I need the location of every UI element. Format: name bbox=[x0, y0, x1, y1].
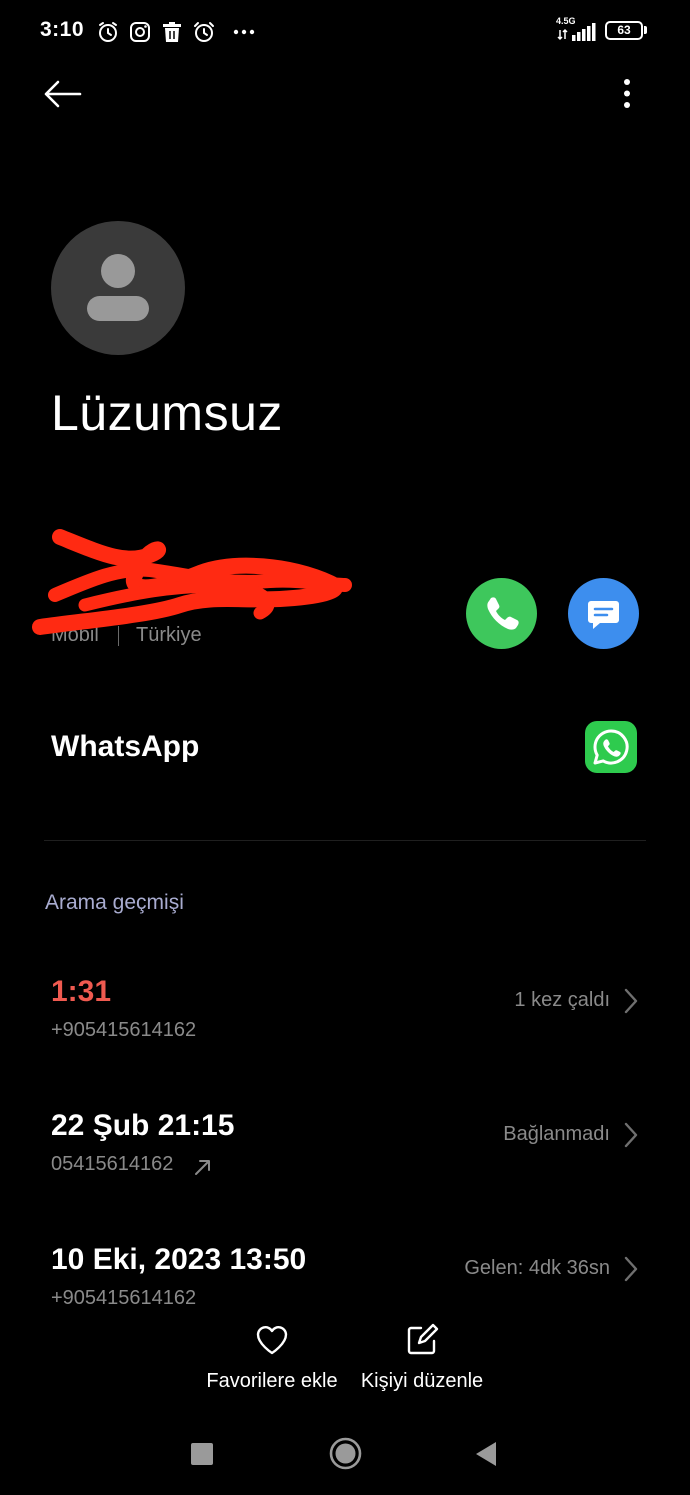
section-divider bbox=[44, 840, 646, 841]
back-triangle-icon[interactable] bbox=[474, 1441, 498, 1467]
call-number: +905415614162 bbox=[51, 1019, 197, 1041]
back-button[interactable] bbox=[40, 74, 84, 114]
arrow-left-icon bbox=[44, 80, 82, 108]
signal-icon bbox=[557, 23, 596, 41]
home-icon[interactable] bbox=[329, 1437, 362, 1470]
call-button[interactable] bbox=[466, 578, 537, 649]
call-history-row[interactable]: 1:31 +905415614162 1 kez çaldı bbox=[0, 975, 690, 1075]
whatsapp-icon bbox=[593, 729, 629, 765]
more-dots-icon bbox=[233, 29, 255, 35]
more-vertical-icon bbox=[624, 79, 630, 108]
recents-icon[interactable] bbox=[191, 1443, 213, 1465]
call-time: 1:31 bbox=[51, 975, 112, 1008]
chevron-right-icon bbox=[624, 988, 638, 1014]
edit-contact-label: Kişiyi düzenle bbox=[360, 1370, 484, 1392]
message-button[interactable] bbox=[568, 578, 639, 649]
edit-icon bbox=[407, 1323, 439, 1355]
chevron-right-icon bbox=[624, 1122, 638, 1148]
outgoing-call-icon bbox=[195, 1160, 210, 1175]
battery-icon: 63 bbox=[605, 21, 643, 40]
status-time: 3:10 bbox=[40, 18, 85, 41]
instagram-icon bbox=[130, 22, 150, 42]
call-history-title: Arama geçmişi bbox=[45, 891, 184, 914]
battery-tip bbox=[644, 26, 647, 34]
person-icon bbox=[87, 254, 149, 321]
phone-icon bbox=[487, 597, 519, 630]
alarm-clock-icon bbox=[194, 22, 214, 42]
chevron-right-icon bbox=[624, 1256, 638, 1282]
battery-text: 63 bbox=[617, 23, 631, 37]
whatsapp-label: WhatsApp bbox=[51, 730, 200, 763]
trash-icon bbox=[163, 22, 181, 42]
message-icon bbox=[588, 601, 619, 629]
call-time: 10 Eki, 2023 13:50 bbox=[51, 1243, 307, 1276]
call-number: +905415614162 bbox=[51, 1287, 197, 1309]
call-status: Bağlanmadı bbox=[503, 1123, 610, 1145]
heart-icon bbox=[256, 1326, 288, 1355]
edit-contact-button[interactable]: Kişiyi düzenle bbox=[352, 1322, 492, 1402]
call-status: Gelen: 4dk 36sn bbox=[464, 1257, 610, 1279]
call-number: 05415614162 bbox=[51, 1153, 174, 1175]
call-time: 22 Şub 21:15 bbox=[51, 1109, 235, 1142]
alarm-icon bbox=[99, 22, 117, 42]
whatsapp-button[interactable] bbox=[585, 721, 637, 773]
more-options-button[interactable] bbox=[608, 74, 648, 114]
add-to-favorites-label: Favorilere ekle bbox=[206, 1370, 338, 1392]
redaction-scribble bbox=[32, 529, 352, 635]
call-history-row[interactable]: 22 Şub 21:15 05415614162 Bağlanmadı bbox=[0, 1109, 690, 1209]
call-status: 1 kez çaldı bbox=[514, 989, 610, 1011]
add-to-favorites-button[interactable]: Favorilere ekle bbox=[198, 1322, 346, 1402]
contact-name: Lüzumsuz bbox=[51, 385, 283, 441]
avatar bbox=[51, 221, 185, 355]
